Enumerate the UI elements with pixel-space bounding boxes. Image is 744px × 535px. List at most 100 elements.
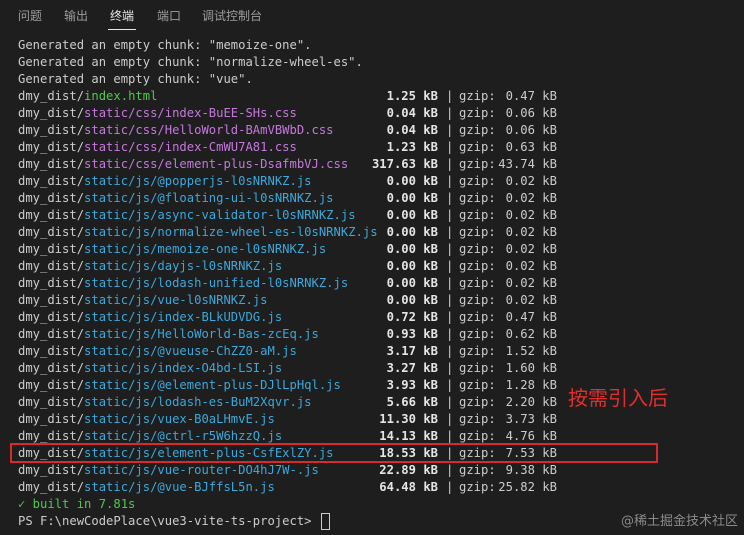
output-dir: dmy_dist/ <box>18 378 85 392</box>
build-output-row: dmy_dist/static/js/@floating-ui-l0sNRNKZ… <box>18 190 738 207</box>
tab-output[interactable]: 输出 <box>64 8 88 24</box>
gzip-label: gzip: <box>459 123 496 137</box>
output-dir: dmy_dist/ <box>18 293 85 307</box>
file-path: index.html <box>84 89 158 103</box>
gzip-label: gzip: <box>459 140 496 154</box>
column-separator: | <box>446 378 454 392</box>
gzip-label: gzip: <box>459 378 496 392</box>
gzip-label: gzip: <box>459 293 496 307</box>
output-dir: dmy_dist/ <box>18 429 85 443</box>
file-path: static/js/vue-l0sNRNKZ.js <box>84 293 268 307</box>
gzip-size: 0.02 kB <box>505 208 557 222</box>
file-size: 0.00 kB <box>386 259 438 273</box>
tab-debug-console[interactable]: 调试控制台 <box>202 8 262 24</box>
column-separator: | <box>446 480 454 494</box>
output-dir: dmy_dist/ <box>18 123 85 137</box>
build-output-row: dmy_dist/static/js/normalize-wheel-es-l0… <box>18 224 738 241</box>
output-dir: dmy_dist/ <box>18 276 85 290</box>
gzip-label: gzip: <box>459 89 496 103</box>
gzip-label: gzip: <box>459 106 496 120</box>
gzip-label: gzip: <box>459 480 496 494</box>
tab-terminal-label: 终端 <box>110 9 135 23</box>
output-dir: dmy_dist/ <box>18 157 85 171</box>
column-separator: | <box>446 463 454 477</box>
column-separator: | <box>446 157 454 171</box>
gzip-size: 0.02 kB <box>505 225 557 239</box>
file-path: static/js/async-validator-l0sNRNKZ.js <box>84 208 356 222</box>
gzip-size: 0.02 kB <box>505 191 557 205</box>
gzip-label: gzip: <box>459 412 496 426</box>
gzip-label: gzip: <box>459 463 496 477</box>
terminal-message: Generated an empty chunk: "memoize-one". <box>18 38 312 52</box>
build-output-row: dmy_dist/static/css/index-CmWU7A81.css 1.… <box>18 139 738 156</box>
file-size: 1.23 kB <box>386 140 438 154</box>
column-separator: | <box>446 174 454 188</box>
build-output-row: dmy_dist/static/js/vuex-B0aLHmvE.js 11.30… <box>18 411 738 428</box>
output-dir: dmy_dist/ <box>18 259 85 273</box>
gzip-label: gzip: <box>459 395 496 409</box>
output-dir: dmy_dist/ <box>18 310 85 324</box>
gzip-size: 0.06 kB <box>505 106 557 120</box>
gzip-label: gzip: <box>459 327 496 341</box>
gzip-size: 3.73 kB <box>505 412 557 426</box>
gzip-size: 0.47 kB <box>505 89 557 103</box>
file-path: static/js/lodash-unified-l0sNRNKZ.js <box>84 276 349 290</box>
column-separator: | <box>446 412 454 426</box>
column-separator: | <box>446 293 454 307</box>
gzip-label: gzip: <box>459 344 496 358</box>
file-path: static/css/HelloWorld-BAmVBWbD.css <box>84 123 334 137</box>
file-path: static/js/@floating-ui-l0sNRNKZ.js <box>84 191 334 205</box>
gzip-size: 1.52 kB <box>505 344 557 358</box>
terminal-message: Generated an empty chunk: "normalize-whe… <box>18 55 363 69</box>
output-dir: dmy_dist/ <box>18 327 85 341</box>
file-path: static/css/index-BuEE-SHs.css <box>84 106 297 120</box>
gzip-size: 2.20 kB <box>505 395 557 409</box>
column-separator: | <box>446 327 454 341</box>
gzip-label: gzip: <box>459 259 496 273</box>
gzip-size: 9.38 kB <box>505 463 557 477</box>
column-separator: | <box>446 276 454 290</box>
build-output-row: dmy_dist/static/js/HelloWorld-Bas-zcEq.j… <box>18 326 738 343</box>
gzip-size: 1.60 kB <box>505 361 557 375</box>
file-path: static/js/index-BLkUDVDG.js <box>84 310 283 324</box>
column-separator: | <box>446 89 454 103</box>
build-status: ✓ built in 7.81s <box>18 497 136 511</box>
gzip-size: 0.63 kB <box>505 140 557 154</box>
output-dir: dmy_dist/ <box>18 208 85 222</box>
gzip-size: 0.47 kB <box>505 310 557 324</box>
gzip-label: gzip: <box>459 208 496 222</box>
output-dir: dmy_dist/ <box>18 395 85 409</box>
gzip-size: 0.02 kB <box>505 174 557 188</box>
column-separator: | <box>446 191 454 205</box>
gzip-size: 25.82 kB <box>498 480 557 494</box>
output-dir: dmy_dist/ <box>18 140 85 154</box>
gzip-label: gzip: <box>459 174 496 188</box>
gzip-size: 0.02 kB <box>505 276 557 290</box>
file-path: static/js/index-O4bd-LSI.js <box>84 361 283 375</box>
gzip-size: 0.02 kB <box>505 242 557 256</box>
gzip-size: 0.06 kB <box>505 123 557 137</box>
terminal-message: Generated an empty chunk: "vue". <box>18 72 253 86</box>
tab-terminal[interactable]: 终端 <box>108 8 137 30</box>
watermark: @稀土掘金技术社区 <box>620 514 738 529</box>
file-size: 0.04 kB <box>386 106 438 120</box>
file-size: 0.00 kB <box>386 191 438 205</box>
tab-ports[interactable]: 端口 <box>157 8 181 24</box>
file-size: 11.30 kB <box>379 412 438 426</box>
build-output-row: dmy_dist/static/js/dayjs-l0sNRNKZ.js 0.00… <box>18 258 738 275</box>
file-size: 0.93 kB <box>386 327 438 341</box>
terminal-prompt[interactable]: PS F:\newCodePlace\vue3-vite-ts-project> <box>18 513 330 530</box>
build-output-row: dmy_dist/static/js/@popperjs-l0sNRNKZ.js… <box>18 173 738 190</box>
file-path: static/js/lodash-es-BuM2Xqvr.js <box>84 395 312 409</box>
build-output-row: dmy_dist/index.html 1.25 kB | gzip: 0.47 kB <box>18 88 738 105</box>
column-separator: | <box>446 310 454 324</box>
file-size: 0.04 kB <box>386 123 438 137</box>
highlight-box <box>10 443 658 463</box>
file-size: 3.93 kB <box>386 378 438 392</box>
file-path: static/js/@vueuse-ChZZ0-aM.js <box>84 344 297 358</box>
gzip-label: gzip: <box>459 361 496 375</box>
output-dir: dmy_dist/ <box>18 89 85 103</box>
tab-problems[interactable]: 问题 <box>18 8 42 24</box>
build-output-row: dmy_dist/static/js/lodash-unified-l0sNRN… <box>18 275 738 292</box>
output-dir: dmy_dist/ <box>18 174 85 188</box>
